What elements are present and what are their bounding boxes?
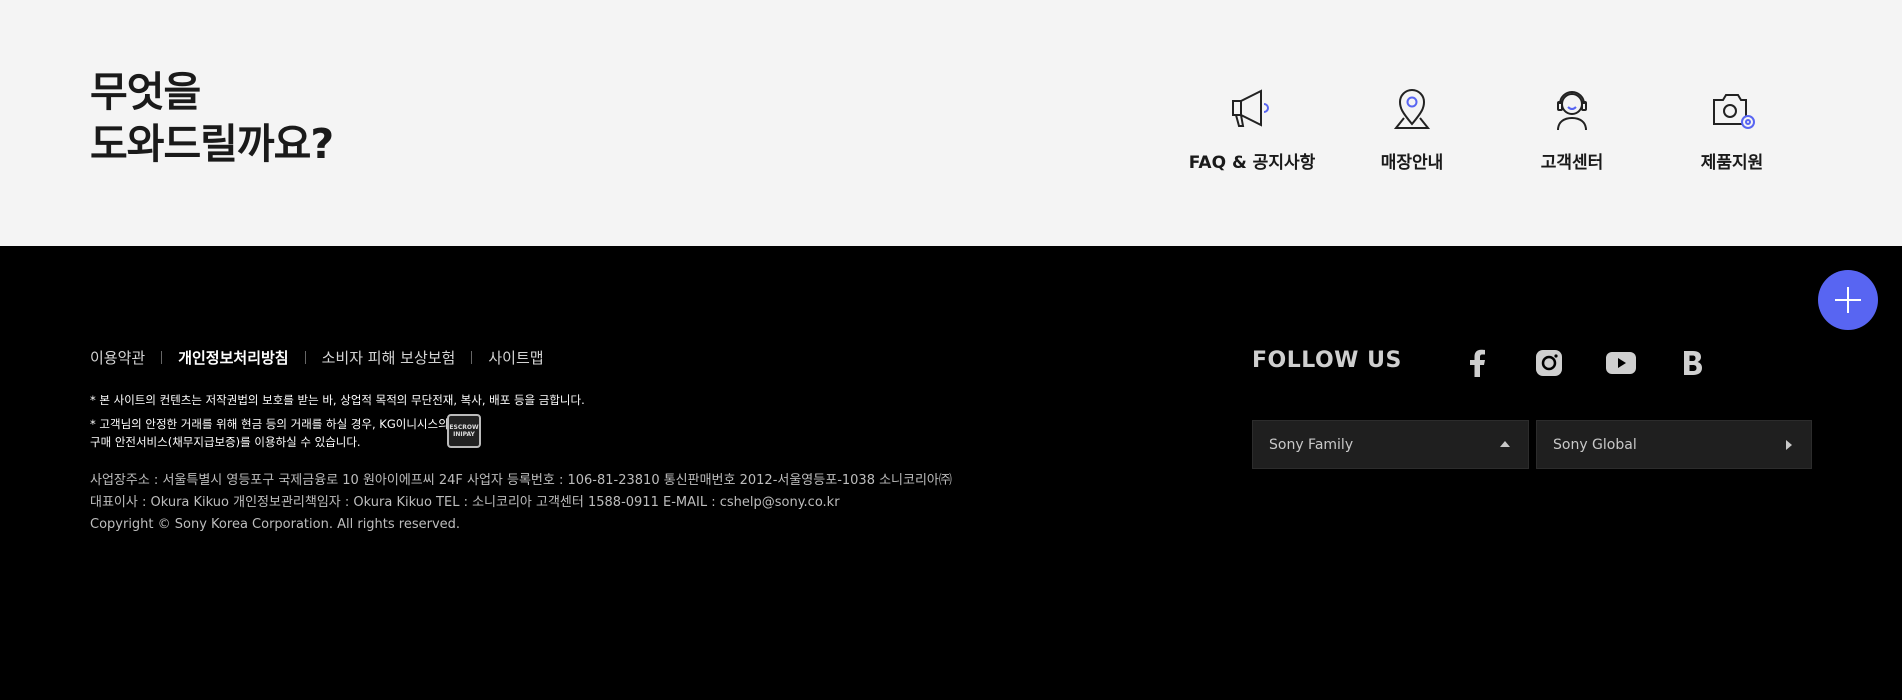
help-title: 무엇을 도와드릴까요?: [90, 66, 334, 170]
sony-global-select[interactable]: Sony Global: [1536, 420, 1812, 469]
help-title-line2: 도와드릴까요?: [90, 120, 334, 168]
escrow-badge-text: ESCROW INIPAY: [449, 424, 479, 438]
company-info: 사업장주소 : 서울특별시 영등포구 국제금융로 10 원아이에프씨 24F 사…: [90, 470, 952, 536]
help-item-label: 제품지원: [1700, 153, 1764, 173]
plus-icon: [1835, 287, 1861, 313]
megaphone-icon: [1224, 82, 1280, 138]
company-contact: 대표이사 : Okura Kikuo 개인정보관리책임자 : Okura Kik…: [90, 495, 840, 510]
company-address: 사업장주소 : 서울특별시 영등포구 국제금융로 10 원아이에프씨 24F 사…: [90, 473, 952, 488]
help-item-label: FAQ & 공지사항: [1188, 153, 1316, 173]
help-item-label: 고객센터: [1540, 153, 1604, 173]
escrow-notice: * 고객님의 안정한 거래를 위해 현금 등의 거래를 하실 경우, KG이니시…: [90, 417, 449, 449]
divider: [161, 351, 163, 364]
copyright-notice: * 본 사이트의 컨텐츠는 저작권법의 보호를 받는 바, 상업적 목적의 무단…: [90, 393, 585, 407]
headset-agent-icon: [1544, 82, 1600, 138]
divider: [304, 351, 306, 364]
help-item-customer-center[interactable]: 고객센터: [1497, 82, 1647, 173]
camera-gear-icon: [1704, 82, 1760, 138]
sony-family-select-label: Sony Family: [1269, 436, 1354, 453]
help-item-label: 매장안내: [1380, 153, 1444, 173]
facebook-icon[interactable]: [1458, 344, 1496, 382]
follow-us-label: FOLLOW US: [1252, 348, 1402, 373]
caret-up-icon: [1500, 441, 1510, 447]
help-item-product-support[interactable]: 제품지원: [1657, 82, 1807, 173]
caret-right-icon: [1786, 440, 1792, 450]
consumer-insurance-link[interactable]: 소비자 피해 보상보험: [322, 347, 456, 368]
terms-link[interactable]: 이용약관: [90, 347, 145, 368]
divider: [471, 351, 473, 364]
map-pin-icon: [1384, 82, 1440, 138]
sitemap-link[interactable]: 사이트맵: [488, 347, 543, 368]
youtube-icon[interactable]: [1602, 344, 1640, 382]
privacy-policy-link[interactable]: 개인정보처리방침: [178, 347, 288, 368]
blog-icon[interactable]: [1674, 344, 1712, 382]
copyright: Copyright © Sony Korea Corporation. All …: [90, 517, 461, 532]
sony-family-select[interactable]: Sony Family: [1252, 420, 1529, 469]
floating-plus-button[interactable]: [1818, 270, 1878, 330]
help-title-line1: 무엇을: [90, 68, 201, 116]
escrow-badge[interactable]: ESCROW INIPAY: [447, 414, 481, 448]
footer-links: 이용약관 개인정보처리방침 소비자 피해 보상보험 사이트맵: [90, 347, 544, 368]
sony-global-select-label: Sony Global: [1553, 436, 1637, 453]
instagram-icon[interactable]: [1530, 344, 1568, 382]
help-item-store[interactable]: 매장안내: [1337, 82, 1487, 173]
help-section: 무엇을 도와드릴까요? FAQ & 공지사항 매장안내 고객센터 제품지원: [0, 0, 1902, 246]
help-item-faq[interactable]: FAQ & 공지사항: [1177, 82, 1327, 173]
